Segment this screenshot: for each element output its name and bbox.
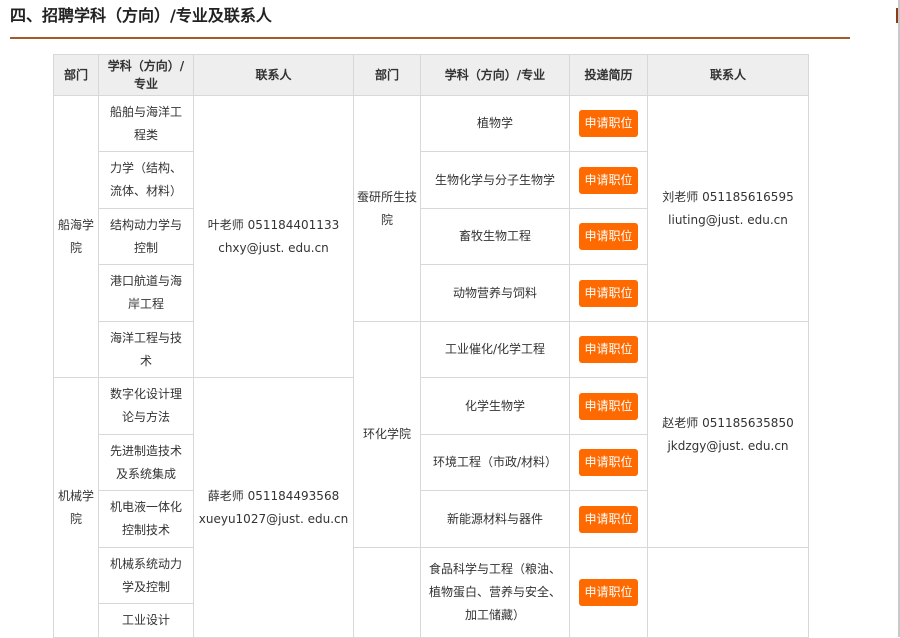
dept-cell — [353, 547, 421, 638]
subject-cell: 机电液一体化控制技术 — [98, 490, 194, 548]
header-dept-2: 部门 — [353, 54, 421, 96]
subject-cell: 力学（结构、流体、材料） — [98, 151, 194, 209]
header-subject-2: 学科（方向）/专业 — [420, 54, 570, 96]
subject-cell: 船舶与海洋工程类 — [98, 95, 194, 152]
contact-name-phone: 叶老师 051184401133 — [207, 217, 340, 232]
apply-button[interactable]: 申请职位 — [579, 166, 638, 194]
dept-cell: 环化学院 — [353, 321, 421, 548]
subject-cell: 化学生物学 — [420, 377, 570, 435]
dept-cell: 机械学院 — [53, 377, 99, 638]
section-title: 四、招聘学科（方向）/专业及联系人 — [10, 6, 272, 25]
apply-button[interactable]: 申请职位 — [579, 505, 638, 533]
contact-name-phone: 刘老师 051185616595 — [662, 189, 794, 204]
contact-email: liuting@just. edu.cn — [668, 212, 788, 227]
contact-cell — [647, 547, 809, 638]
subject-cell: 食品科学与工程（粮油、植物蛋白、营养与安全、加工储藏） — [420, 547, 570, 638]
apply-cell: 申请职位 — [569, 547, 648, 638]
subject-cell: 结构动力学与控制 — [98, 208, 194, 265]
contact-email: chxy@just. edu.cn — [218, 240, 329, 255]
dept-cell: 蚕研所生技院 — [353, 95, 421, 322]
table-row: 机械系统动力学及控制 食品科学与工程（粮油、植物蛋白、营养与安全、加工储藏） 申… — [54, 547, 809, 638]
header-apply: 投递简历 — [569, 54, 648, 96]
subject-cell: 动物营养与饲料 — [420, 264, 570, 322]
recruitment-table: 部门 学科（方向）/专业 联系人 部门 学科（方向）/专业 投递简历 联系人 船… — [53, 54, 809, 638]
subject-cell: 畜牧生物工程 — [420, 208, 570, 265]
header-contact: 联系人 — [193, 54, 354, 96]
contact-cell: 刘老师 051185616595 liuting@just. edu.cn — [647, 95, 809, 322]
apply-cell: 申请职位 — [569, 377, 648, 435]
apply-button[interactable]: 申请职位 — [579, 223, 638, 250]
apply-cell: 申请职位 — [569, 95, 648, 152]
subject-cell: 机械系统动力学及控制 — [98, 547, 194, 604]
contact-name-phone: 薛老师 051184493568 — [207, 488, 340, 503]
contact-email: xueyu1027@just. edu.cn — [198, 511, 349, 526]
apply-button[interactable]: 申请职位 — [579, 279, 638, 307]
subject-cell: 海洋工程与技术 — [98, 321, 194, 378]
contact-name-phone: 赵老师 051185635850 — [662, 415, 794, 430]
contact-cell: 叶老师 051184401133 chxy@just. edu.cn — [193, 95, 354, 378]
table-row: 船海学院 船舶与海洋工程类 叶老师 051184401133 chxy@just… — [53, 95, 809, 378]
subject-cell: 港口航道与海岸工程 — [98, 264, 194, 322]
apply-cell: 申请职位 — [569, 151, 648, 209]
dept-cell: 船海学院 — [53, 95, 99, 378]
header-subject: 学科（方向）/专业 — [98, 54, 194, 96]
apply-button[interactable]: 申请职位 — [579, 336, 638, 363]
contact-cell: 赵老师 051185635850 jkdzgy@just. edu.cn — [647, 321, 809, 548]
subject-cell: 工业设计 — [98, 603, 194, 638]
subject-cell: 工业催化/化学工程 — [420, 321, 570, 378]
apply-cell: 申请职位 — [569, 321, 648, 378]
header-dept: 部门 — [53, 54, 99, 96]
header-contact-2: 联系人 — [647, 54, 809, 96]
subject-cell: 新能源材料与器件 — [420, 490, 570, 548]
apply-cell: 申请职位 — [569, 490, 648, 548]
apply-button[interactable]: 申请职位 — [579, 392, 638, 420]
subject-cell: 植物学 — [420, 95, 570, 152]
apply-button[interactable]: 申请职位 — [579, 110, 638, 137]
contact-email: jkdzgy@just. edu.cn — [667, 438, 789, 453]
title-divider — [10, 37, 850, 39]
subject-cell: 数字化设计理论与方法 — [98, 377, 194, 435]
apply-cell: 申请职位 — [569, 208, 648, 265]
scrollbar-marker — [896, 8, 898, 23]
apply-cell: 申请职位 — [569, 434, 648, 491]
table-header-row: 部门 学科（方向）/专业 联系人 部门 学科（方向）/专业 投递简历 联系人 — [53, 54, 809, 96]
contact-cell: 薛老师 051184493568 xueyu1027@just. edu.cn — [193, 377, 354, 638]
subject-cell: 生物化学与分子生物学 — [420, 151, 570, 209]
apply-button[interactable]: 申请职位 — [579, 449, 638, 476]
apply-button[interactable]: 申请职位 — [579, 579, 638, 606]
table-row: 海洋工程与技术 环化学院 工业催化/化学工程 申请职位 赵老师 05118563… — [54, 321, 809, 548]
subject-cell: 先进制造技术及系统集成 — [98, 434, 194, 491]
subject-cell: 环境工程（市政/材料） — [420, 434, 570, 491]
apply-cell: 申请职位 — [569, 264, 648, 322]
